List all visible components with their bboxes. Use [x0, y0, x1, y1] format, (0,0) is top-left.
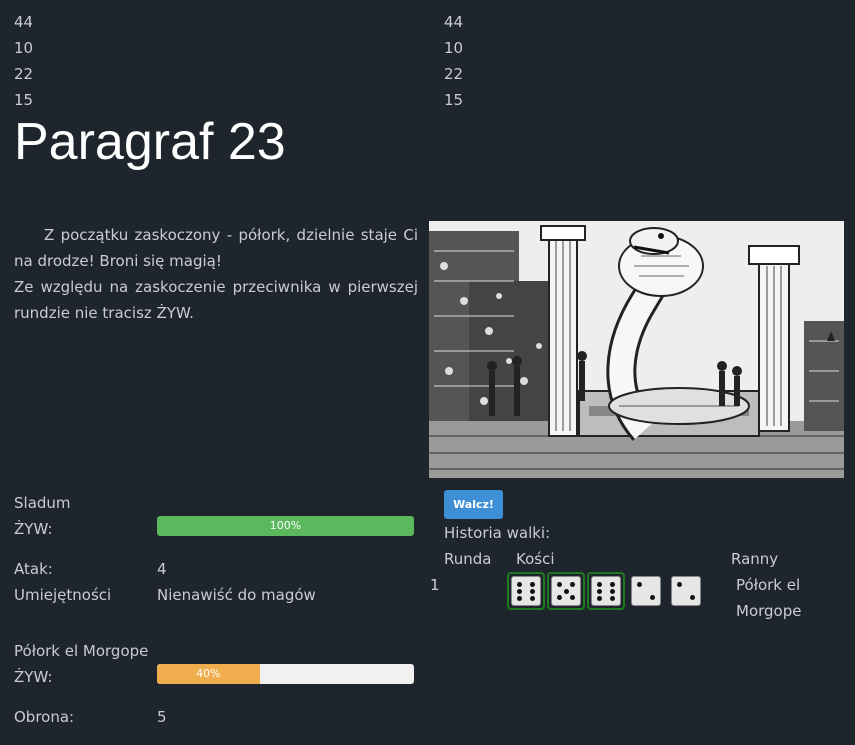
stat-value: 44 — [14, 13, 34, 31]
die-icon — [591, 576, 621, 606]
history-col-dice: Kości — [516, 550, 555, 568]
die-pip — [563, 588, 569, 594]
player-hp-fill: 100% — [157, 516, 414, 536]
die-pip — [517, 595, 523, 601]
defense-label: Obrona: — [14, 708, 75, 726]
die-pip — [557, 582, 563, 588]
stats-right: 44 10 22 15 — [444, 9, 463, 113]
stat-value: 22 — [444, 65, 464, 83]
cobra-temple-illustration — [429, 221, 844, 478]
die-icon — [631, 576, 661, 606]
die-pip — [649, 594, 655, 600]
die-icon — [671, 576, 701, 606]
history-col-wounded: Ranny — [731, 550, 779, 568]
attack-value: 4 — [157, 560, 167, 578]
enemy-hp-fill: 40% — [157, 664, 260, 684]
page-title: Paragraf 23 — [14, 113, 286, 171]
enemy-hp-label: ŻYW: — [14, 668, 53, 686]
history-col-round: Runda — [444, 550, 492, 568]
defense-value: 5 — [157, 708, 167, 726]
die-icon — [551, 576, 581, 606]
player-hp-bar: 100% — [157, 516, 414, 536]
die-pip — [689, 594, 695, 600]
stat-value: 44 — [444, 13, 464, 31]
stat-value: 10 — [14, 39, 34, 57]
die-pip — [597, 588, 603, 594]
die-pip — [637, 582, 643, 588]
paragraph-line: Ze względu na zaskoczenie przeciwnika w … — [14, 278, 418, 322]
die-pip — [569, 582, 575, 588]
stat-value: 22 — [14, 65, 34, 83]
player-hp-label: ŻYW: — [14, 520, 53, 538]
paragraph-line: Z początku zaskoczony - półork, dzielnie… — [14, 226, 418, 270]
die-pip — [677, 582, 683, 588]
stat-value: 15 — [14, 91, 34, 109]
enemy-hp-bar: 40% — [157, 664, 414, 684]
history-wounded-line: Półork el — [736, 576, 801, 594]
player-name: Sladum — [14, 494, 71, 512]
paragraph-text: Z początku zaskoczony - półork, dzielnie… — [14, 222, 418, 326]
attack-label: Atak: — [14, 560, 53, 578]
history-wounded-line: Morgope — [736, 602, 802, 620]
die-pip — [557, 594, 563, 600]
skills-value: Nienawiść do magów — [157, 586, 316, 604]
enemy-name: Półork el Morgope — [14, 642, 149, 660]
die-pip — [517, 581, 523, 587]
fight-button[interactable]: Walcz! — [444, 490, 503, 519]
fight-history-title: Historia walki: — [444, 524, 551, 542]
die-pip — [529, 581, 535, 587]
die-pip — [569, 594, 575, 600]
stat-value: 10 — [444, 39, 464, 57]
stat-value: 15 — [444, 91, 464, 109]
skills-label: Umiejętności — [14, 586, 112, 604]
stats-left: 44 10 22 15 — [14, 9, 33, 113]
die-pip — [609, 595, 615, 601]
die-pip — [597, 595, 603, 601]
die-pip — [529, 588, 535, 594]
history-round-number: 1 — [430, 576, 440, 594]
die-pip — [597, 581, 603, 587]
die-pip — [609, 581, 615, 587]
die-pip — [529, 595, 535, 601]
die-icon — [511, 576, 541, 606]
die-pip — [517, 588, 523, 594]
die-pip — [609, 588, 615, 594]
